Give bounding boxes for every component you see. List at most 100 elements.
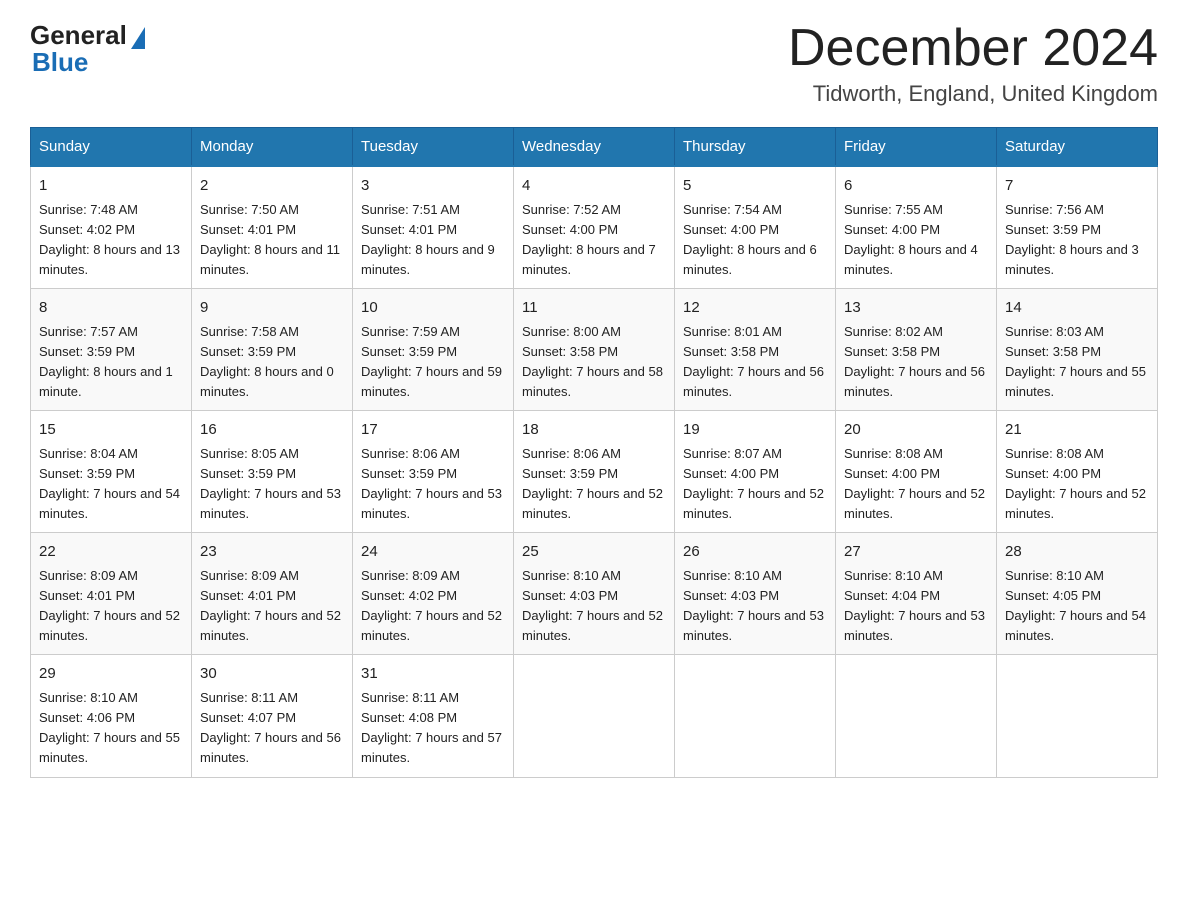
day-sun-info: Sunrise: 8:09 AMSunset: 4:02 PMDaylight:…	[361, 566, 505, 647]
day-sun-info: Sunrise: 7:48 AMSunset: 4:02 PMDaylight:…	[39, 200, 183, 281]
calendar-cell: 26Sunrise: 8:10 AMSunset: 4:03 PMDayligh…	[675, 533, 836, 655]
calendar-cell: 25Sunrise: 8:10 AMSunset: 4:03 PMDayligh…	[514, 533, 675, 655]
day-sun-info: Sunrise: 7:51 AMSunset: 4:01 PMDaylight:…	[361, 200, 505, 281]
calendar-cell	[675, 655, 836, 777]
day-sun-info: Sunrise: 7:52 AMSunset: 4:00 PMDaylight:…	[522, 200, 666, 281]
logo-triangle-icon	[131, 27, 145, 49]
logo: General Blue	[30, 20, 145, 78]
day-sun-info: Sunrise: 8:04 AMSunset: 3:59 PMDaylight:…	[39, 444, 183, 525]
day-number: 29	[39, 663, 183, 686]
calendar-cell: 28Sunrise: 8:10 AMSunset: 4:05 PMDayligh…	[997, 533, 1158, 655]
day-sun-info: Sunrise: 8:11 AMSunset: 4:07 PMDaylight:…	[200, 688, 344, 769]
calendar-cell	[997, 655, 1158, 777]
column-header-thursday: Thursday	[675, 128, 836, 167]
day-number: 20	[844, 419, 988, 442]
day-number: 27	[844, 541, 988, 564]
day-sun-info: Sunrise: 8:07 AMSunset: 4:00 PMDaylight:…	[683, 444, 827, 525]
calendar-cell: 5Sunrise: 7:54 AMSunset: 4:00 PMDaylight…	[675, 166, 836, 289]
calendar-cell: 2Sunrise: 7:50 AMSunset: 4:01 PMDaylight…	[192, 166, 353, 289]
calendar-body: 1Sunrise: 7:48 AMSunset: 4:02 PMDaylight…	[31, 166, 1158, 777]
day-number: 26	[683, 541, 827, 564]
title-area: December 2024 Tidworth, England, United …	[788, 20, 1158, 107]
calendar-cell: 31Sunrise: 8:11 AMSunset: 4:08 PMDayligh…	[353, 655, 514, 777]
day-sun-info: Sunrise: 8:06 AMSunset: 3:59 PMDaylight:…	[522, 444, 666, 525]
day-number: 18	[522, 419, 666, 442]
day-sun-info: Sunrise: 8:01 AMSunset: 3:58 PMDaylight:…	[683, 322, 827, 403]
day-sun-info: Sunrise: 7:57 AMSunset: 3:59 PMDaylight:…	[39, 322, 183, 403]
day-number: 23	[200, 541, 344, 564]
calendar-cell: 1Sunrise: 7:48 AMSunset: 4:02 PMDaylight…	[31, 166, 192, 289]
day-sun-info: Sunrise: 8:03 AMSunset: 3:58 PMDaylight:…	[1005, 322, 1149, 403]
day-number: 11	[522, 297, 666, 320]
day-number: 25	[522, 541, 666, 564]
calendar-table: SundayMondayTuesdayWednesdayThursdayFrid…	[30, 127, 1158, 777]
calendar-cell: 9Sunrise: 7:58 AMSunset: 3:59 PMDaylight…	[192, 289, 353, 411]
location-subtitle: Tidworth, England, United Kingdom	[788, 81, 1158, 107]
calendar-cell: 13Sunrise: 8:02 AMSunset: 3:58 PMDayligh…	[836, 289, 997, 411]
day-sun-info: Sunrise: 8:11 AMSunset: 4:08 PMDaylight:…	[361, 688, 505, 769]
column-header-saturday: Saturday	[997, 128, 1158, 167]
month-title: December 2024	[788, 20, 1158, 77]
calendar-cell: 16Sunrise: 8:05 AMSunset: 3:59 PMDayligh…	[192, 411, 353, 533]
day-number: 3	[361, 175, 505, 198]
day-number: 17	[361, 419, 505, 442]
day-number: 28	[1005, 541, 1149, 564]
week-row-5: 29Sunrise: 8:10 AMSunset: 4:06 PMDayligh…	[31, 655, 1158, 777]
column-header-wednesday: Wednesday	[514, 128, 675, 167]
day-number: 7	[1005, 175, 1149, 198]
calendar-cell: 17Sunrise: 8:06 AMSunset: 3:59 PMDayligh…	[353, 411, 514, 533]
day-sun-info: Sunrise: 8:06 AMSunset: 3:59 PMDaylight:…	[361, 444, 505, 525]
day-number: 12	[683, 297, 827, 320]
day-sun-info: Sunrise: 7:56 AMSunset: 3:59 PMDaylight:…	[1005, 200, 1149, 281]
page-header: General Blue December 2024 Tidworth, Eng…	[30, 20, 1158, 107]
calendar-cell: 4Sunrise: 7:52 AMSunset: 4:00 PMDaylight…	[514, 166, 675, 289]
calendar-cell: 11Sunrise: 8:00 AMSunset: 3:58 PMDayligh…	[514, 289, 675, 411]
calendar-cell: 30Sunrise: 8:11 AMSunset: 4:07 PMDayligh…	[192, 655, 353, 777]
day-sun-info: Sunrise: 7:58 AMSunset: 3:59 PMDaylight:…	[200, 322, 344, 403]
day-sun-info: Sunrise: 7:50 AMSunset: 4:01 PMDaylight:…	[200, 200, 344, 281]
calendar-cell: 29Sunrise: 8:10 AMSunset: 4:06 PMDayligh…	[31, 655, 192, 777]
calendar-cell: 8Sunrise: 7:57 AMSunset: 3:59 PMDaylight…	[31, 289, 192, 411]
calendar-cell: 22Sunrise: 8:09 AMSunset: 4:01 PMDayligh…	[31, 533, 192, 655]
calendar-cell: 20Sunrise: 8:08 AMSunset: 4:00 PMDayligh…	[836, 411, 997, 533]
calendar-cell: 21Sunrise: 8:08 AMSunset: 4:00 PMDayligh…	[997, 411, 1158, 533]
day-sun-info: Sunrise: 8:10 AMSunset: 4:03 PMDaylight:…	[522, 566, 666, 647]
calendar-cell: 18Sunrise: 8:06 AMSunset: 3:59 PMDayligh…	[514, 411, 675, 533]
day-sun-info: Sunrise: 8:05 AMSunset: 3:59 PMDaylight:…	[200, 444, 344, 525]
day-number: 16	[200, 419, 344, 442]
day-sun-info: Sunrise: 8:09 AMSunset: 4:01 PMDaylight:…	[39, 566, 183, 647]
calendar-cell: 27Sunrise: 8:10 AMSunset: 4:04 PMDayligh…	[836, 533, 997, 655]
day-number: 15	[39, 419, 183, 442]
day-sun-info: Sunrise: 7:59 AMSunset: 3:59 PMDaylight:…	[361, 322, 505, 403]
calendar-cell	[836, 655, 997, 777]
calendar-cell: 3Sunrise: 7:51 AMSunset: 4:01 PMDaylight…	[353, 166, 514, 289]
day-sun-info: Sunrise: 8:08 AMSunset: 4:00 PMDaylight:…	[844, 444, 988, 525]
day-number: 14	[1005, 297, 1149, 320]
day-sun-info: Sunrise: 8:02 AMSunset: 3:58 PMDaylight:…	[844, 322, 988, 403]
day-sun-info: Sunrise: 8:10 AMSunset: 4:03 PMDaylight:…	[683, 566, 827, 647]
day-sun-info: Sunrise: 8:09 AMSunset: 4:01 PMDaylight:…	[200, 566, 344, 647]
calendar-cell: 23Sunrise: 8:09 AMSunset: 4:01 PMDayligh…	[192, 533, 353, 655]
day-sun-info: Sunrise: 8:10 AMSunset: 4:04 PMDaylight:…	[844, 566, 988, 647]
week-row-4: 22Sunrise: 8:09 AMSunset: 4:01 PMDayligh…	[31, 533, 1158, 655]
logo-blue-text: Blue	[30, 47, 88, 78]
day-sun-info: Sunrise: 8:00 AMSunset: 3:58 PMDaylight:…	[522, 322, 666, 403]
calendar-cell: 12Sunrise: 8:01 AMSunset: 3:58 PMDayligh…	[675, 289, 836, 411]
day-number: 31	[361, 663, 505, 686]
day-sun-info: Sunrise: 7:54 AMSunset: 4:00 PMDaylight:…	[683, 200, 827, 281]
calendar-cell: 24Sunrise: 8:09 AMSunset: 4:02 PMDayligh…	[353, 533, 514, 655]
header-row: SundayMondayTuesdayWednesdayThursdayFrid…	[31, 128, 1158, 167]
day-number: 21	[1005, 419, 1149, 442]
day-number: 30	[200, 663, 344, 686]
day-sun-info: Sunrise: 8:08 AMSunset: 4:00 PMDaylight:…	[1005, 444, 1149, 525]
day-number: 6	[844, 175, 988, 198]
week-row-3: 15Sunrise: 8:04 AMSunset: 3:59 PMDayligh…	[31, 411, 1158, 533]
day-number: 19	[683, 419, 827, 442]
calendar-cell	[514, 655, 675, 777]
day-sun-info: Sunrise: 8:10 AMSunset: 4:06 PMDaylight:…	[39, 688, 183, 769]
day-sun-info: Sunrise: 8:10 AMSunset: 4:05 PMDaylight:…	[1005, 566, 1149, 647]
day-sun-info: Sunrise: 7:55 AMSunset: 4:00 PMDaylight:…	[844, 200, 988, 281]
calendar-cell: 19Sunrise: 8:07 AMSunset: 4:00 PMDayligh…	[675, 411, 836, 533]
day-number: 2	[200, 175, 344, 198]
day-number: 8	[39, 297, 183, 320]
